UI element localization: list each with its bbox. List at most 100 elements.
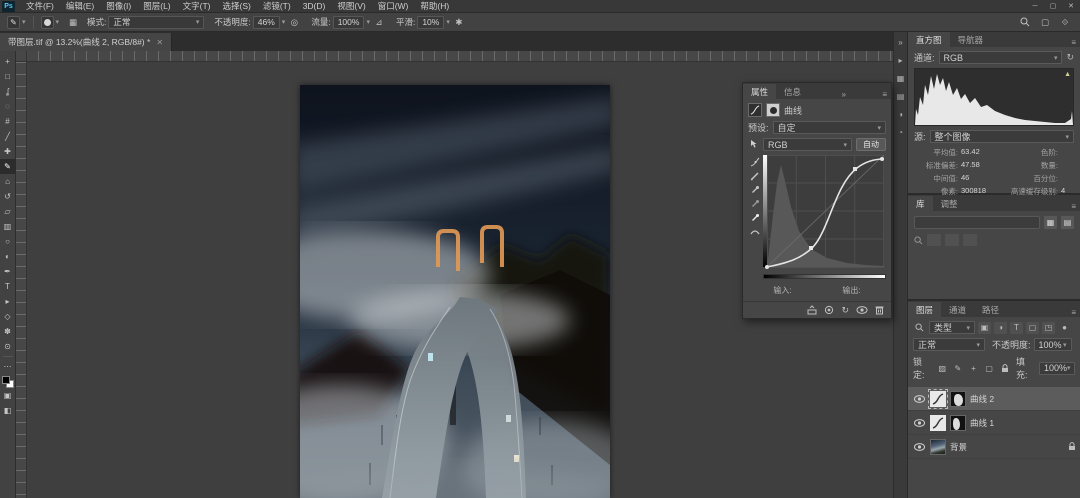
library-item-thumb[interactable] — [927, 234, 941, 246]
toggle-brush-panel-icon[interactable]: ▦ — [66, 16, 80, 29]
document-canvas-image[interactable] — [300, 85, 610, 498]
swatches-panel-icon[interactable]: ▤ — [895, 92, 907, 101]
lock-position-icon[interactable]: + — [967, 362, 980, 374]
search-icon[interactable] — [1018, 16, 1032, 29]
brush-tool-icon[interactable]: ✎ — [7, 16, 20, 29]
list-view-icon[interactable]: ▤ — [1061, 216, 1074, 229]
quick-mask-icon[interactable]: ▣ — [0, 388, 16, 403]
type-tool[interactable]: T — [0, 279, 16, 294]
layer-row-background[interactable]: 背景 — [908, 435, 1080, 459]
workspace-switcher-icon[interactable]: ▢ — [1038, 16, 1052, 29]
cached-data-warning-icon[interactable]: ▲ — [1064, 71, 1071, 78]
path-select-tool[interactable]: ▸ — [0, 294, 16, 309]
pressure-opacity-icon[interactable]: ◎ — [287, 16, 301, 29]
curves-channel-select[interactable]: RGB ▾ — [763, 138, 852, 151]
curves-preset-select[interactable]: 自定 ▾ — [773, 121, 886, 134]
menu-help[interactable]: 帮助(H) — [415, 0, 454, 12]
histogram-source-select[interactable]: 整个图像 ▾ — [930, 130, 1074, 143]
tab-navigator[interactable]: 导航器 — [950, 32, 992, 47]
white-point-eyedropper-icon[interactable] — [750, 213, 760, 223]
close-icon[interactable]: ✕ — [156, 38, 163, 47]
smooth-curve-icon[interactable] — [750, 227, 760, 237]
lock-pixels-icon[interactable]: ✎ — [952, 362, 965, 374]
foreground-color-swatch[interactable] — [2, 376, 10, 384]
airbrush-icon[interactable]: ⊿ — [372, 16, 386, 29]
tab-paths[interactable]: 路径 — [974, 302, 1007, 317]
tab-properties[interactable]: 属性 — [743, 84, 776, 99]
curve-point[interactable] — [809, 246, 813, 250]
chevron-down-icon[interactable]: ▾ — [446, 18, 450, 26]
curves-adjustment-thumbnail[interactable] — [930, 391, 946, 407]
filter-adjustment-layers-icon[interactable]: ◑ — [994, 322, 1007, 334]
chevron-down-icon[interactable]: ▾ — [56, 18, 60, 26]
screen-mode-icon[interactable]: ◧ — [0, 403, 16, 418]
flow-input[interactable]: 100% — [333, 16, 365, 29]
minimize-button[interactable]: ─ — [1026, 0, 1044, 12]
tab-adjustments[interactable]: 调整 — [933, 196, 966, 211]
grid-view-icon[interactable]: ▦ — [1044, 216, 1057, 229]
color-panel-icon[interactable]: ▦ — [895, 74, 907, 83]
panel-menu-icon[interactable]: ≡ — [1067, 202, 1080, 211]
tab-histogram[interactable]: 直方图 — [908, 32, 950, 47]
chevron-down-icon[interactable]: ▾ — [366, 18, 370, 26]
history-brush-tool[interactable]: ↺ — [0, 189, 16, 204]
menu-window[interactable]: 窗口(W) — [373, 0, 414, 12]
document-tab[interactable]: 带图层.tif @ 13.2%(曲线 2, RGB/8#) * ✕ — [0, 33, 172, 51]
collapse-panels-icon[interactable]: » — [895, 38, 907, 47]
delete-adjustment-trash-icon[interactable] — [875, 305, 884, 315]
layer-row-curves-1[interactable]: 曲线 1 — [908, 411, 1080, 435]
menu-view[interactable]: 视图(V) — [332, 0, 370, 12]
layer-mask-thumbnail[interactable] — [950, 415, 966, 431]
chevron-down-icon[interactable]: ▾ — [22, 18, 26, 26]
quick-select-tool[interactable]: ◌ — [0, 99, 16, 114]
zoom-tool[interactable]: ⊙ — [0, 339, 16, 354]
edit-points-icon[interactable] — [750, 157, 760, 167]
brush-tool[interactable]: ✎ — [0, 159, 16, 174]
healing-brush-tool[interactable]: ✚ — [0, 144, 16, 159]
histogram-channel-select[interactable]: RGB ▾ — [939, 51, 1063, 64]
lock-artboard-icon[interactable]: ▢ — [983, 362, 996, 374]
layer-fill-input[interactable]: 100% ▾ — [1039, 362, 1075, 375]
menu-filter[interactable]: 滤镜(T) — [258, 0, 296, 12]
layer-visibility-eye-icon[interactable] — [912, 443, 926, 451]
crop-tool[interactable]: # — [0, 114, 16, 129]
view-previous-state-icon[interactable] — [824, 305, 834, 315]
curve-point[interactable] — [853, 167, 857, 171]
tab-info[interactable]: 信息 — [776, 84, 809, 99]
collapse-panel-icon[interactable]: » — [837, 90, 849, 99]
menu-select[interactable]: 选择(S) — [217, 0, 255, 12]
layer-filter-select[interactable]: 类型 ▾ — [929, 321, 975, 334]
tab-libraries[interactable]: 库 — [908, 196, 933, 211]
filter-pixel-layers-icon[interactable]: ▣ — [978, 322, 991, 334]
menu-file[interactable]: 文件(F) — [21, 0, 59, 12]
menu-edit[interactable]: 编辑(E) — [61, 0, 99, 12]
library-search-input[interactable] — [914, 216, 1040, 229]
panel-menu-icon[interactable]: ≡ — [1067, 38, 1080, 47]
reset-adjustment-icon[interactable]: ↻ — [841, 305, 849, 316]
share-icon[interactable]: ⟐ — [1058, 16, 1072, 29]
layer-mask-thumbnail[interactable] — [950, 391, 966, 407]
lock-all-icon[interactable] — [998, 362, 1011, 374]
restore-button[interactable]: ▢ — [1044, 0, 1062, 12]
auto-button[interactable]: 自动 — [856, 138, 886, 151]
opacity-input[interactable]: 46% — [253, 16, 280, 29]
clone-stamp-tool[interactable]: ⌂ — [0, 174, 16, 189]
layer-visibility-eye-icon[interactable] — [912, 419, 926, 427]
targeted-adjustment-icon[interactable] — [748, 139, 759, 150]
blur-tool[interactable]: ○ — [0, 234, 16, 249]
draw-curve-pencil-icon[interactable] — [750, 171, 760, 181]
menu-image[interactable]: 图像(I) — [101, 0, 136, 12]
dodge-tool[interactable]: ◐ — [0, 249, 16, 264]
tab-layers[interactable]: 图层 — [908, 302, 941, 317]
filter-toggle-icon[interactable]: ● — [1058, 322, 1071, 334]
menu-type[interactable]: 文字(T) — [178, 0, 216, 12]
smoothing-input[interactable]: 10% — [417, 16, 444, 29]
shape-tool[interactable]: ◇ — [0, 309, 16, 324]
chevron-down-icon[interactable]: ▾ — [282, 18, 286, 26]
toggle-visibility-eye-icon[interactable] — [856, 306, 868, 314]
tab-channels[interactable]: 通道 — [941, 302, 974, 317]
eyedropper-tool[interactable]: ╱ — [0, 129, 16, 144]
library-item-thumb[interactable] — [963, 234, 977, 246]
hand-tool[interactable]: ✽ — [0, 324, 16, 339]
marquee-tool[interactable]: □ — [0, 69, 16, 84]
